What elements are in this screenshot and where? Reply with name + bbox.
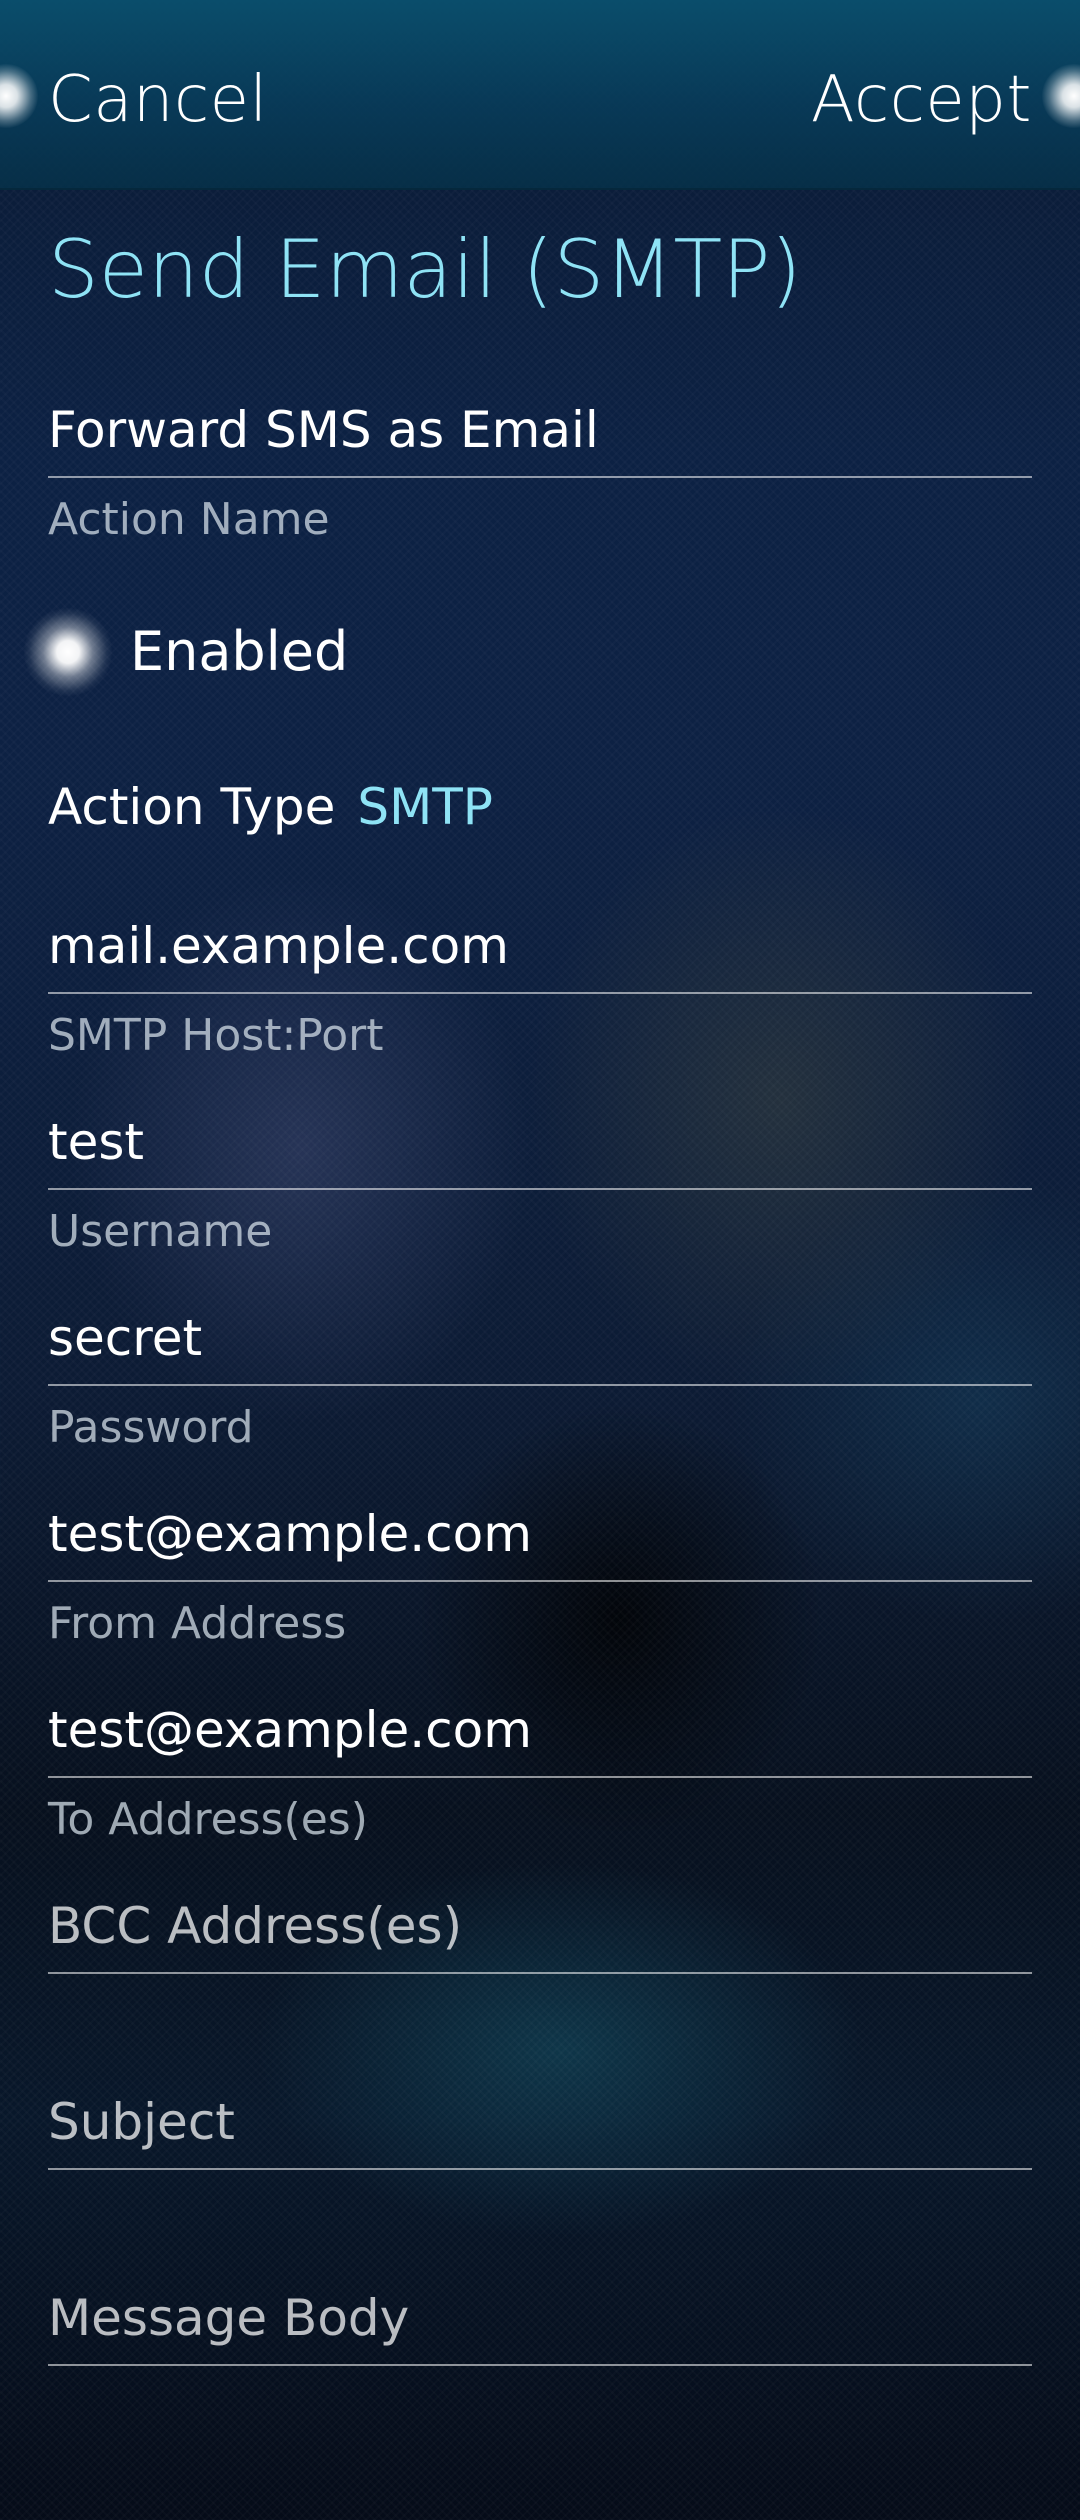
switch-indicator-icon: [24, 608, 112, 696]
smtp-host-field[interactable]: mail.example.com SMTP Host:Port: [48, 914, 1032, 1064]
action-type-combobox[interactable]: Action Type SMTP: [48, 772, 493, 842]
to-address-underline: [48, 1776, 1032, 1778]
username-underline: [48, 1188, 1032, 1190]
action-name-input[interactable]: Forward SMS as Email: [48, 398, 1032, 462]
dialog-header: Cancel Accept: [0, 0, 1080, 190]
accept-button[interactable]: Accept: [811, 60, 1032, 140]
message-body-field[interactable]: Message Body: [48, 2286, 1032, 2366]
from-address-input[interactable]: test@example.com: [48, 1502, 1032, 1566]
action-name-label: Action Name: [48, 494, 330, 545]
subject-input[interactable]: Subject: [48, 2090, 1032, 2154]
enabled-switch[interactable]: Enabled: [24, 608, 349, 696]
username-label: Username: [48, 1206, 273, 1257]
action-type-value[interactable]: SMTP: [357, 772, 493, 842]
password-underline: [48, 1384, 1032, 1386]
to-address-input[interactable]: test@example.com: [48, 1698, 1032, 1762]
password-input[interactable]: secret: [48, 1306, 1032, 1370]
subject-field[interactable]: Subject: [48, 2090, 1032, 2170]
cancel-glow-indicator: [0, 64, 38, 128]
accept-glow-indicator: [1042, 64, 1080, 128]
smtp-host-label: SMTP Host:Port: [48, 1010, 384, 1061]
cancel-button[interactable]: Cancel: [48, 60, 268, 140]
message-body-underline: [48, 2364, 1032, 2366]
bcc-address-underline: [48, 1972, 1032, 1974]
from-address-field[interactable]: test@example.com From Address: [48, 1502, 1032, 1652]
subject-underline: [48, 2168, 1032, 2170]
message-body-input[interactable]: Message Body: [48, 2286, 1032, 2350]
to-address-label: To Address(es): [48, 1794, 368, 1845]
username-field[interactable]: test Username: [48, 1110, 1032, 1260]
to-address-field[interactable]: test@example.com To Address(es): [48, 1698, 1032, 1848]
from-address-label: From Address: [48, 1598, 347, 1649]
smtp-host-underline: [48, 992, 1032, 994]
smtp-host-input[interactable]: mail.example.com: [48, 914, 1032, 978]
username-input[interactable]: test: [48, 1110, 1032, 1174]
from-address-underline: [48, 1580, 1032, 1582]
action-name-field[interactable]: Forward SMS as Email Action Name: [48, 398, 1032, 548]
bcc-address-input[interactable]: BCC Address(es): [48, 1894, 1032, 1958]
password-label: Password: [48, 1402, 254, 1453]
enabled-switch-label: Enabled: [130, 620, 349, 683]
bcc-address-field[interactable]: BCC Address(es): [48, 1894, 1032, 1974]
password-field[interactable]: secret Password: [48, 1306, 1032, 1456]
page-title: Send Email (SMTP): [48, 223, 802, 316]
action-type-label: Action Type: [48, 778, 336, 836]
action-name-underline: [48, 476, 1032, 478]
